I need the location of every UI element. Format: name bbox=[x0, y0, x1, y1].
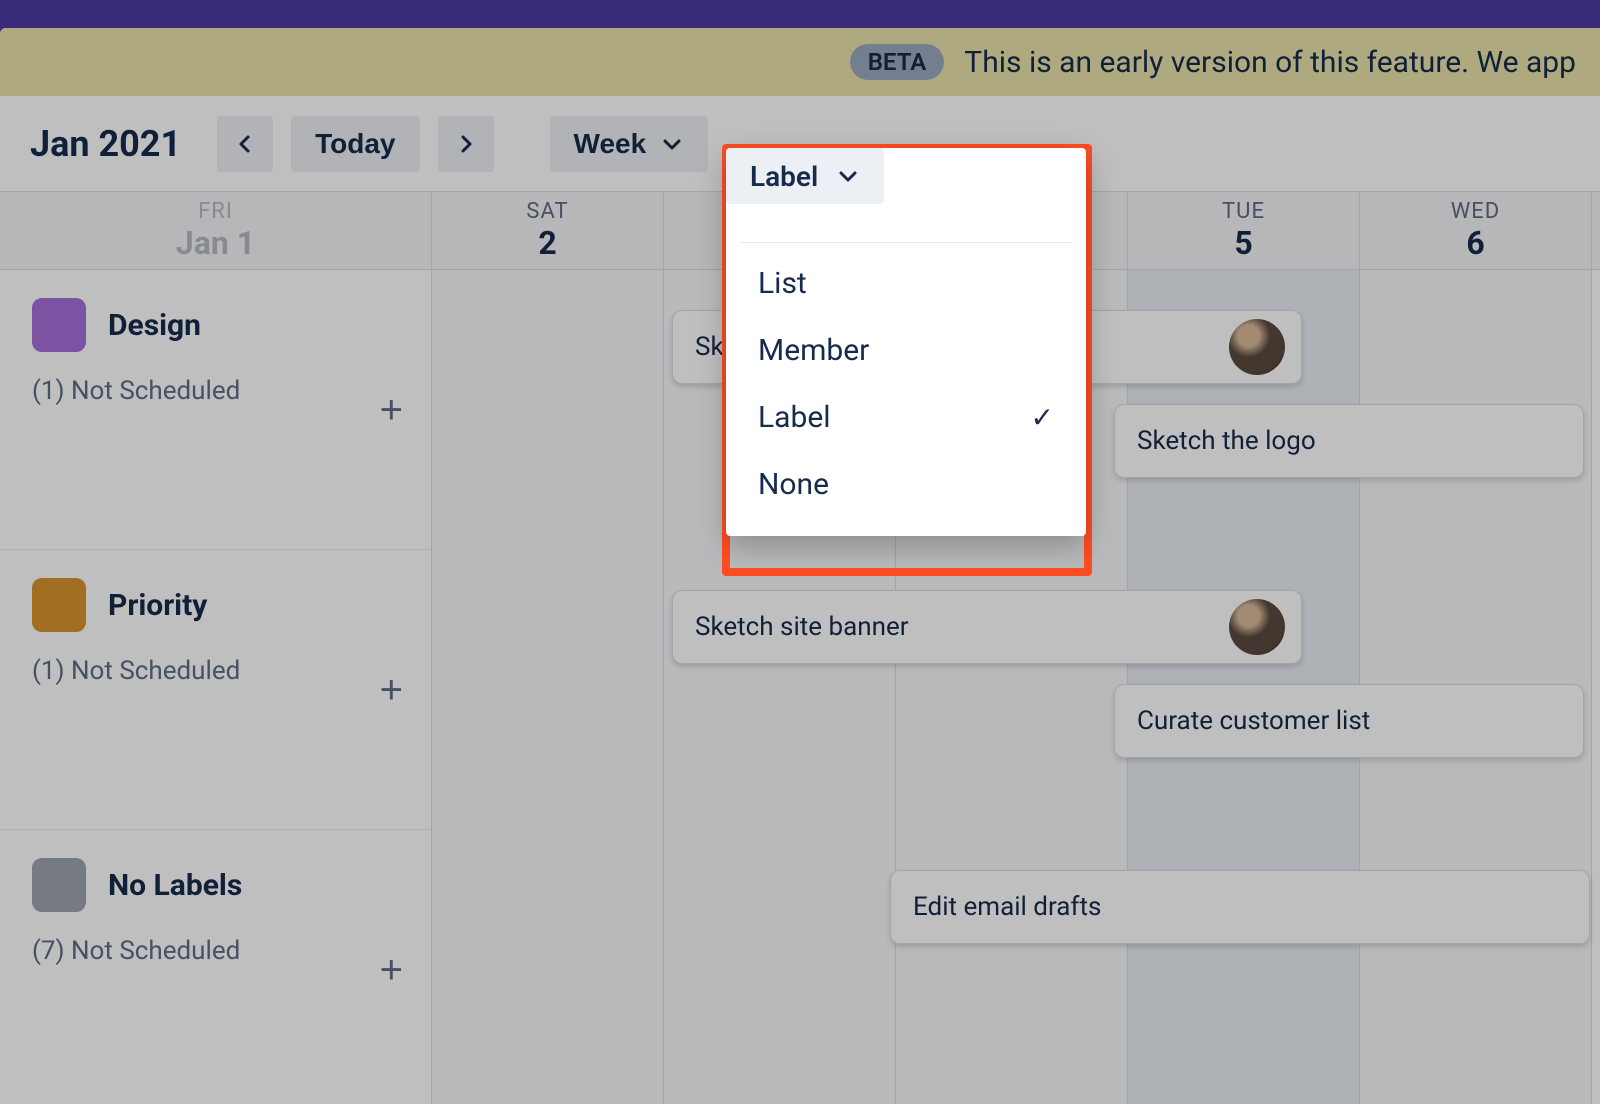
swatch-none bbox=[32, 858, 86, 912]
groupby-picker[interactable]: Label bbox=[726, 148, 884, 204]
today-button[interactable]: Today bbox=[291, 116, 419, 172]
group-name: Priority bbox=[108, 588, 207, 623]
day-column-sat[interactable] bbox=[432, 270, 664, 1104]
not-scheduled-count[interactable]: (7) Not Scheduled bbox=[32, 936, 403, 966]
beta-badge: BETA bbox=[850, 44, 945, 80]
avatar bbox=[1229, 599, 1285, 655]
range-picker[interactable]: Week bbox=[550, 116, 709, 172]
chevron-right-icon bbox=[454, 132, 478, 156]
add-card-button[interactable]: + bbox=[380, 388, 403, 433]
swatch-priority bbox=[32, 578, 86, 632]
menu-item-none[interactable]: None bbox=[726, 451, 1086, 518]
prev-button[interactable] bbox=[217, 116, 273, 172]
banner-text: This is an early version of this feature… bbox=[964, 45, 1576, 80]
menu-item-member[interactable]: Member bbox=[726, 317, 1086, 384]
add-card-button[interactable]: + bbox=[380, 948, 403, 993]
day-header-fri: FRI Jan 1 bbox=[0, 192, 432, 269]
card-edit-email-drafts[interactable]: Edit email drafts bbox=[890, 870, 1590, 944]
avatar bbox=[1229, 319, 1285, 375]
group-name: No Labels bbox=[108, 868, 242, 903]
group-name: Design bbox=[108, 308, 201, 343]
menu-item-label[interactable]: Label ✓ bbox=[726, 384, 1086, 451]
menu-item-list[interactable]: List bbox=[726, 250, 1086, 317]
next-button[interactable] bbox=[438, 116, 494, 172]
not-scheduled-count[interactable]: (1) Not Scheduled bbox=[32, 376, 403, 406]
chevron-down-icon bbox=[660, 132, 684, 156]
chevron-left-icon bbox=[233, 132, 257, 156]
day-header-wed: WED6 bbox=[1360, 192, 1592, 269]
group-design: Design (1) Not Scheduled + bbox=[0, 270, 431, 550]
groupby-dropdown: List Member Label ✓ None bbox=[726, 148, 1086, 536]
day-header-tue: TUE5 bbox=[1128, 192, 1360, 269]
group-no-labels: No Labels (7) Not Scheduled + bbox=[0, 830, 431, 1104]
group-sidebar: Design (1) Not Scheduled + Priority (1) … bbox=[0, 270, 432, 1104]
day-header-sat: SAT2 bbox=[432, 192, 664, 269]
group-priority: Priority (1) Not Scheduled + bbox=[0, 550, 431, 830]
card-sketch-the-logo[interactable]: Sketch the logo bbox=[1114, 404, 1584, 478]
chevron-down-icon bbox=[836, 164, 860, 188]
check-icon: ✓ bbox=[1031, 401, 1054, 434]
card-curate-customer-list[interactable]: Curate customer list bbox=[1114, 684, 1584, 758]
beta-banner: BETA This is an early version of this fe… bbox=[0, 28, 1600, 96]
card-sketch-site-banner-2[interactable]: Sketch site banner bbox=[672, 590, 1302, 664]
add-card-button[interactable]: + bbox=[380, 668, 403, 713]
swatch-design bbox=[32, 298, 86, 352]
month-title: Jan 2021 bbox=[30, 123, 181, 165]
not-scheduled-count[interactable]: (1) Not Scheduled bbox=[32, 656, 403, 686]
